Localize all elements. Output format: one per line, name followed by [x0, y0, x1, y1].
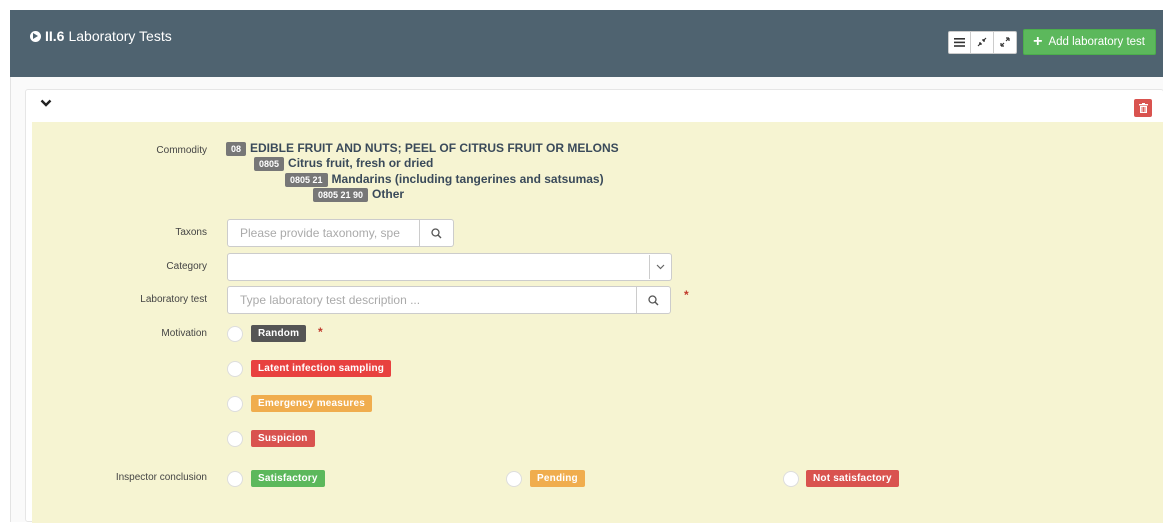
panel-body: Commodity 08 EDIBLE FRUIT AND NUTS; PEEL … — [10, 77, 1163, 523]
header-toolbar: + Add laboratory test — [948, 29, 1156, 55]
conclusion-option-not-satisfactory[interactable]: Not satisfactory — [806, 470, 899, 487]
top-strip — [0, 0, 1163, 10]
motivation-label: Motivation — [161, 328, 207, 339]
trash-icon — [1138, 103, 1148, 113]
expand-icon — [1000, 37, 1010, 47]
circle-arrow-right-icon — [30, 30, 41, 42]
commodity-code-3: 0805 21 — [285, 172, 328, 187]
category-label: Category — [166, 261, 207, 272]
conclusion-option-pending[interactable]: Pending — [530, 470, 585, 487]
plus-icon: + — [1033, 33, 1043, 50]
list-view-button[interactable] — [948, 30, 972, 54]
commodity-text-3: Mandarins (including tangerines and sats… — [331, 172, 604, 186]
taxons-input[interactable] — [227, 219, 420, 247]
commodity-code-4: 0805 21 90 — [313, 187, 369, 202]
commodity-line-2: 0805 Citrus fruit, fresh or dried — [254, 156, 433, 171]
commodity-text-2: Citrus fruit, fresh or dried — [288, 156, 434, 170]
commodity-text-1: EDIBLE FRUIT AND NUTS; PEEL OF CITRUS FR… — [250, 141, 619, 155]
motivation-option-emergency[interactable]: Emergency measures — [251, 395, 372, 412]
required-marker: * — [318, 325, 323, 339]
chevron-down-icon[interactable] — [649, 255, 670, 279]
motivation-radio-random[interactable] — [227, 326, 243, 342]
required-marker: * — [684, 288, 689, 302]
conclusion-radio-pending[interactable] — [506, 471, 522, 487]
section-code: II.6 — [45, 28, 65, 44]
inspector-conclusion-label: Inspector conclusion — [115, 472, 207, 483]
laboratory-test-search-button[interactable] — [637, 286, 671, 314]
motivation-radio-latent[interactable] — [227, 361, 243, 377]
delete-button[interactable] — [1134, 99, 1152, 117]
collapse-all-button[interactable] — [971, 30, 995, 54]
commodity-label: Commodity — [156, 145, 207, 156]
panel-header: II.6 Laboratory Tests + Add laboratory t… — [10, 10, 1163, 77]
panel-title[interactable]: II.6 Laboratory Tests — [30, 28, 172, 44]
motivation-radio-emergency[interactable] — [227, 396, 243, 412]
card-body: Commodity 08 EDIBLE FRUIT AND NUTS; PEEL … — [32, 122, 1163, 523]
motivation-option-random[interactable]: Random — [251, 325, 307, 342]
laboratory-test-input[interactable] — [227, 286, 637, 314]
search-icon — [648, 294, 659, 306]
add-laboratory-test-button[interactable]: + Add laboratory test — [1023, 29, 1156, 55]
search-icon — [431, 227, 442, 239]
laboratory-test-label: Laboratory test — [140, 294, 207, 305]
conclusion-radio-not-satisfactory[interactable] — [783, 471, 799, 487]
commodity-text-4: Other — [372, 187, 405, 201]
motivation-option-latent[interactable]: Latent infection sampling — [251, 360, 392, 377]
commodity-code-1: 08 — [226, 141, 247, 156]
laboratory-test-card: Commodity 08 EDIBLE FRUIT AND NUTS; PEEL … — [25, 89, 1163, 523]
expand-all-button[interactable] — [994, 30, 1018, 54]
commodity-line-1: 08 EDIBLE FRUIT AND NUTS; PEEL OF CITRUS … — [226, 141, 619, 156]
conclusion-radio-satisfactory[interactable] — [227, 471, 243, 487]
add-button-label: Add laboratory test — [1048, 36, 1145, 48]
conclusion-option-satisfactory[interactable]: Satisfactory — [251, 470, 325, 487]
taxons-group — [227, 219, 454, 247]
taxons-label: Taxons — [175, 227, 207, 238]
list-icon — [954, 37, 966, 47]
taxons-search-button[interactable] — [420, 219, 454, 247]
chevron-down-icon[interactable] — [40, 98, 52, 108]
motivation-radio-suspicion[interactable] — [227, 431, 243, 447]
commodity-code-2: 0805 — [254, 156, 285, 171]
card-header — [26, 90, 1163, 122]
commodity-line-3: 0805 21 Mandarins (including tangerines a… — [285, 172, 604, 187]
commodity-line-4: 0805 21 90 Other — [313, 187, 404, 202]
compress-icon — [977, 37, 987, 47]
motivation-option-suspicion[interactable]: Suspicion — [251, 430, 315, 447]
section-title: Laboratory Tests — [68, 28, 172, 44]
laboratory-test-group — [227, 286, 671, 314]
category-select[interactable] — [227, 253, 672, 281]
